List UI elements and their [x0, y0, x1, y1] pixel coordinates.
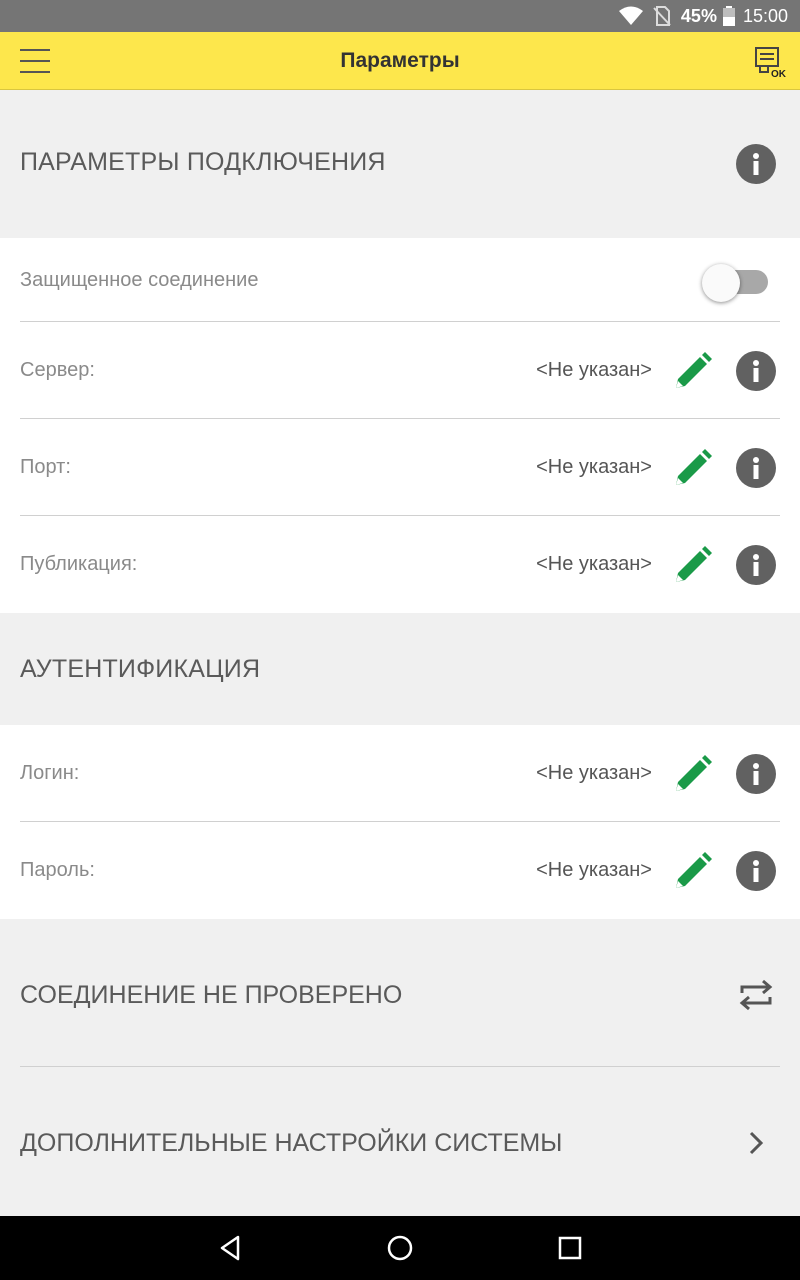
battery-percent: 45% [680, 5, 717, 26]
info-icon[interactable] [736, 851, 776, 891]
sync-arrows-icon[interactable] [736, 975, 776, 1015]
pencil-edit-icon[interactable] [672, 546, 712, 586]
login-value: <Не указан> [536, 762, 652, 784]
port-value: <Не указан> [536, 456, 652, 478]
info-icon[interactable] [736, 448, 776, 488]
secure-connection-row: Защищенное соединение [0, 238, 800, 322]
back-icon[interactable] [214, 1232, 246, 1264]
status-bar: 45% 15:00 [0, 0, 800, 32]
auth-section-header: АУТЕНТИФИКАЦИЯ [0, 613, 800, 725]
system-nav-bar [0, 1216, 800, 1280]
hamburger-menu-icon[interactable] [20, 49, 50, 73]
wifi-icon [618, 6, 643, 26]
connection-section-header: ПАРАМЕТРЫ ПОДКЛЮЧЕНИЯ [0, 90, 800, 238]
auth-header-label: АУТЕНТИФИКАЦИЯ [20, 655, 261, 683]
document-ok-icon[interactable]: OK [754, 46, 787, 80]
recents-icon[interactable] [554, 1232, 586, 1264]
info-icon[interactable] [736, 545, 776, 585]
auth-settings-group: Логин: <Не указан> Пароль: <Не указан> [0, 725, 800, 919]
advanced-settings-row[interactable]: ДОПОЛНИТЕЛЬНЫЕ НАСТРОЙКИ СИСТЕМЫ [0, 1067, 800, 1216]
battery-icon [722, 6, 735, 26]
publication-value: <Не указан> [536, 553, 652, 575]
page-title: Параметры [340, 48, 460, 72]
no-sim-icon [653, 6, 671, 26]
publication-row: Публикация: <Не указан> [0, 516, 800, 613]
server-value: <Не указан> [536, 359, 652, 381]
port-label: Порт: [20, 456, 71, 478]
secure-connection-toggle[interactable] [702, 264, 768, 302]
info-icon[interactable] [736, 754, 776, 794]
connection-status-label: СОЕДИНЕНИЕ НЕ ПРОВЕРЕНО [20, 981, 403, 1009]
login-label: Логин: [20, 762, 80, 784]
pencil-edit-icon[interactable] [672, 449, 712, 489]
server-row: Сервер: <Не указан> [0, 322, 800, 419]
password-row: Пароль: <Не указан> [0, 822, 800, 919]
pencil-edit-icon[interactable] [672, 755, 712, 795]
password-label: Пароль: [20, 859, 95, 881]
password-value: <Не указан> [536, 859, 652, 881]
connection-header-label: ПАРАМЕТРЫ ПОДКЛЮЧЕНИЯ [20, 148, 386, 176]
info-icon[interactable] [736, 351, 776, 391]
advanced-settings-label: ДОПОЛНИТЕЛЬНЫЕ НАСТРОЙКИ СИСТЕМЫ [20, 1129, 563, 1157]
connection-settings-group: Защищенное соединение Сервер: <Не указан… [0, 238, 800, 613]
pencil-edit-icon[interactable] [672, 852, 712, 892]
svg-text:OK: OK [771, 69, 786, 78]
server-label: Сервер: [20, 359, 95, 381]
clock: 15:00 [742, 5, 788, 26]
app-bar: Параметры OK [0, 32, 800, 90]
port-row: Порт: <Не указан> [0, 419, 800, 516]
info-icon[interactable] [736, 144, 776, 184]
connection-check-row[interactable]: СОЕДИНЕНИЕ НЕ ПРОВЕРЕНО [0, 919, 800, 1067]
home-icon[interactable] [384, 1232, 416, 1264]
publication-label: Публикация: [20, 553, 138, 575]
chevron-right-icon[interactable] [744, 1129, 768, 1157]
secure-connection-label: Защищенное соединение [20, 269, 259, 291]
login-row: Логин: <Не указан> [0, 725, 800, 822]
pencil-edit-icon[interactable] [672, 352, 712, 392]
